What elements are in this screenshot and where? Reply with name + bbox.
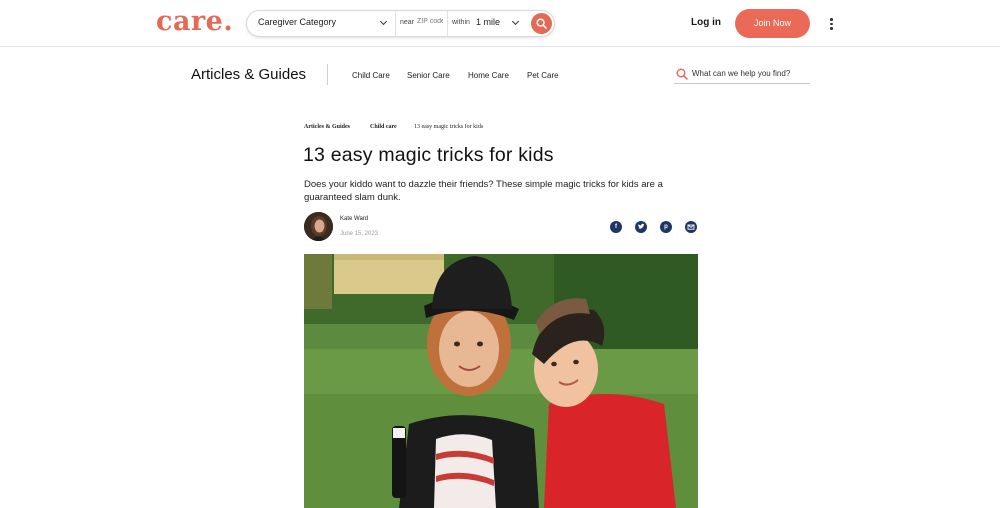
login-link[interactable]: Log in xyxy=(691,17,721,28)
site-header: care. Caregiver Category near within 1 m… xyxy=(0,0,1000,47)
divider xyxy=(327,64,328,85)
caregiver-search-bar: Caregiver Category near within 1 mile xyxy=(246,10,555,37)
pinterest-icon[interactable]: p xyxy=(660,221,672,233)
search-icon xyxy=(676,68,688,80)
section-title[interactable]: Articles & Guides xyxy=(191,66,306,83)
breadcrumb-current: 13 easy magic tricks for kids xyxy=(414,124,484,130)
subnav-home-care[interactable]: Home Care xyxy=(468,71,509,80)
search-icon xyxy=(536,18,547,29)
hero-image xyxy=(304,254,698,508)
site-search-placeholder: What can we help you find? xyxy=(692,69,791,78)
subnav-child-care[interactable]: Child Care xyxy=(352,71,390,80)
article-dek: Does your kiddo want to dazzle their fri… xyxy=(304,179,663,203)
author-avatar[interactable] xyxy=(304,212,333,241)
twitter-icon[interactable] xyxy=(635,221,647,233)
within-label: within xyxy=(452,19,470,26)
article-title: 13 easy magic tricks for kids xyxy=(303,144,554,166)
distance-select[interactable]: within 1 mile xyxy=(448,11,524,36)
chevron-down-icon xyxy=(511,17,520,26)
breadcrumb-child-care[interactable]: Child care xyxy=(370,124,397,130)
facebook-icon[interactable]: f xyxy=(610,221,622,233)
subnav-pet-care[interactable]: Pet Care xyxy=(527,71,559,80)
site-search-field[interactable]: What can we help you find? xyxy=(674,64,810,84)
email-icon[interactable] xyxy=(685,221,697,233)
caregiver-category-select[interactable]: Caregiver Category xyxy=(247,11,396,36)
breadcrumb-articles-guides[interactable]: Articles & Guides xyxy=(304,124,350,130)
caregiver-category-value: Caregiver Category xyxy=(258,17,337,27)
join-now-button[interactable]: Join Now xyxy=(735,9,810,38)
chevron-down-icon xyxy=(379,17,388,26)
near-zip-field: near xyxy=(396,11,448,36)
publish-date: June 15, 2023 xyxy=(340,231,379,237)
care-logo[interactable]: care. xyxy=(156,6,233,37)
more-options-icon[interactable] xyxy=(829,18,833,30)
near-label: near xyxy=(400,19,415,26)
author-name[interactable]: Kate Ward xyxy=(340,216,368,222)
subnav-senior-care[interactable]: Senior Care xyxy=(407,71,450,80)
distance-value: 1 mile xyxy=(476,17,501,27)
zip-code-input[interactable] xyxy=(417,18,443,25)
search-submit-button[interactable] xyxy=(531,13,552,34)
